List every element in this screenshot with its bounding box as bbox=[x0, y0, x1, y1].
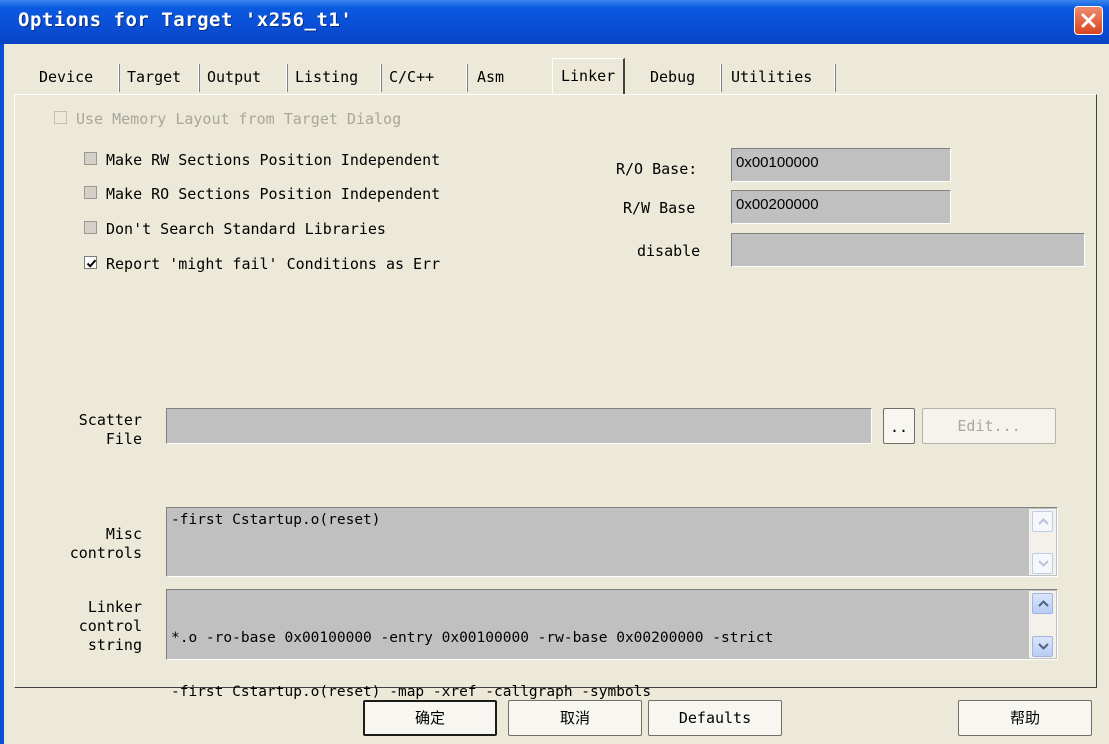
ro-base-field[interactable]: 0x00100000 bbox=[731, 148, 951, 182]
linker-control-string-textarea[interactable]: *.o -ro-base 0x00100000 -entry 0x0010000… bbox=[166, 589, 1058, 700]
linker-control-string-label: Linker control string bbox=[40, 598, 142, 655]
tab-separator bbox=[834, 64, 836, 92]
defaults-label: Defaults bbox=[678, 709, 752, 727]
misc-controls-scrollbar[interactable] bbox=[1029, 509, 1056, 575]
misc-controls-label-line1: Misc bbox=[105, 525, 142, 543]
use-memory-layout-label: Use Memory Layout from Target Dialog bbox=[76, 110, 402, 128]
tab-utilities[interactable]: Utilities bbox=[724, 62, 819, 92]
disable-field[interactable] bbox=[731, 233, 1085, 267]
checkmark-icon bbox=[86, 259, 97, 268]
options-dialog: Options for Target 'x256_t1' Device Targ… bbox=[0, 0, 1109, 744]
misc-controls-text: -first Cstartup.o(reset) bbox=[171, 512, 381, 528]
linker-control-scrollbar[interactable] bbox=[1029, 591, 1056, 658]
chevron-up-icon bbox=[1038, 518, 1049, 525]
linker-control-line2: -first Cstartup.o(reset) -map -xref -cal… bbox=[171, 684, 652, 700]
ok-label: 确定 bbox=[414, 709, 445, 727]
use-memory-layout-checkbox[interactable] bbox=[54, 111, 67, 124]
scroll-down-button[interactable] bbox=[1032, 553, 1053, 574]
report-might-fail-option[interactable]: Report 'might fail' Conditions as Err bbox=[84, 253, 440, 275]
rw-position-independent-label: Make RW Sections Position Independent bbox=[106, 151, 441, 169]
misc-controls-label: Misc controls bbox=[40, 525, 142, 563]
chevron-down-icon bbox=[1038, 643, 1049, 650]
defaults-button[interactable]: Defaults bbox=[648, 700, 782, 736]
tab-listing[interactable]: Listing bbox=[288, 62, 365, 92]
rw-position-independent-option[interactable]: Make RW Sections Position Independent bbox=[84, 149, 440, 171]
tab-cpp[interactable]: C/C++ bbox=[382, 62, 441, 92]
scatter-browse-label: .. bbox=[889, 418, 909, 436]
report-might-fail-checkbox[interactable] bbox=[84, 256, 97, 269]
scroll-up-button[interactable] bbox=[1032, 511, 1053, 532]
tab-linker[interactable]: Linker bbox=[552, 58, 626, 94]
misc-controls-textarea[interactable]: -first Cstartup.o(reset) bbox=[166, 507, 1058, 577]
use-memory-layout-option[interactable]: Use Memory Layout from Target Dialog bbox=[54, 108, 401, 130]
tab-debug[interactable]: Debug bbox=[643, 62, 702, 92]
help-label: 帮助 bbox=[1009, 709, 1040, 727]
linker-control-label-line2: control bbox=[78, 617, 142, 635]
ok-button[interactable]: 确定 bbox=[363, 700, 497, 736]
rw-base-value: 0x00200000 bbox=[736, 196, 819, 213]
scroll-up-button[interactable] bbox=[1032, 593, 1053, 614]
scroll-down-button[interactable] bbox=[1032, 636, 1053, 657]
ro-position-independent-label: Make RO Sections Position Independent bbox=[106, 185, 441, 203]
scatter-file-label: Scatter File bbox=[40, 411, 142, 449]
rw-base-field[interactable]: 0x00200000 bbox=[731, 190, 951, 224]
dont-search-std-libs-label: Don't Search Standard Libraries bbox=[106, 220, 386, 238]
close-icon bbox=[1081, 13, 1096, 28]
scatter-file-field[interactable] bbox=[166, 408, 872, 444]
scatter-edit-label: Edit... bbox=[957, 417, 1021, 435]
title-bar[interactable]: Options for Target 'x256_t1' bbox=[0, 0, 1109, 44]
misc-controls-label-line2: controls bbox=[69, 544, 142, 562]
dont-search-std-libs-option[interactable]: Don't Search Standard Libraries bbox=[84, 218, 386, 240]
chevron-up-icon bbox=[1038, 600, 1049, 607]
window-frame bbox=[0, 44, 4, 744]
disable-label: disable bbox=[637, 242, 701, 260]
report-might-fail-label: Report 'might fail' Conditions as Err bbox=[106, 255, 441, 273]
scatter-file-label-line2: File bbox=[105, 430, 142, 448]
ro-position-independent-checkbox[interactable] bbox=[84, 186, 97, 199]
tab-asm[interactable]: Asm bbox=[470, 62, 511, 92]
cancel-button[interactable]: 取消 bbox=[508, 700, 642, 736]
help-button[interactable]: 帮助 bbox=[958, 700, 1092, 736]
rw-base-label: R/W Base bbox=[623, 199, 696, 217]
ro-base-value: 0x00100000 bbox=[736, 154, 819, 171]
tab-separator bbox=[720, 64, 722, 92]
tab-target[interactable]: Target bbox=[120, 62, 188, 92]
cancel-label: 取消 bbox=[559, 709, 590, 727]
tab-device[interactable]: Device bbox=[32, 62, 100, 92]
close-button[interactable] bbox=[1074, 6, 1103, 35]
scatter-edit-button[interactable]: Edit... bbox=[922, 408, 1056, 444]
rw-position-independent-checkbox[interactable] bbox=[84, 152, 97, 165]
scatter-browse-button[interactable]: .. bbox=[883, 408, 915, 444]
tab-output[interactable]: Output bbox=[200, 62, 268, 92]
scatter-file-label-line1: Scatter bbox=[78, 411, 142, 429]
window-title: Options for Target 'x256_t1' bbox=[18, 9, 353, 31]
ro-position-independent-option[interactable]: Make RO Sections Position Independent bbox=[84, 183, 440, 205]
linker-control-label-line3: string bbox=[87, 636, 142, 654]
tab-separator bbox=[466, 64, 468, 92]
linker-control-label-line1: Linker bbox=[87, 598, 142, 616]
dont-search-std-libs-checkbox[interactable] bbox=[84, 221, 97, 234]
chevron-down-icon bbox=[1038, 560, 1049, 567]
ro-base-label: R/O Base: bbox=[616, 160, 698, 178]
linker-control-line1: *.o -ro-base 0x00100000 -entry 0x0010000… bbox=[171, 630, 774, 646]
